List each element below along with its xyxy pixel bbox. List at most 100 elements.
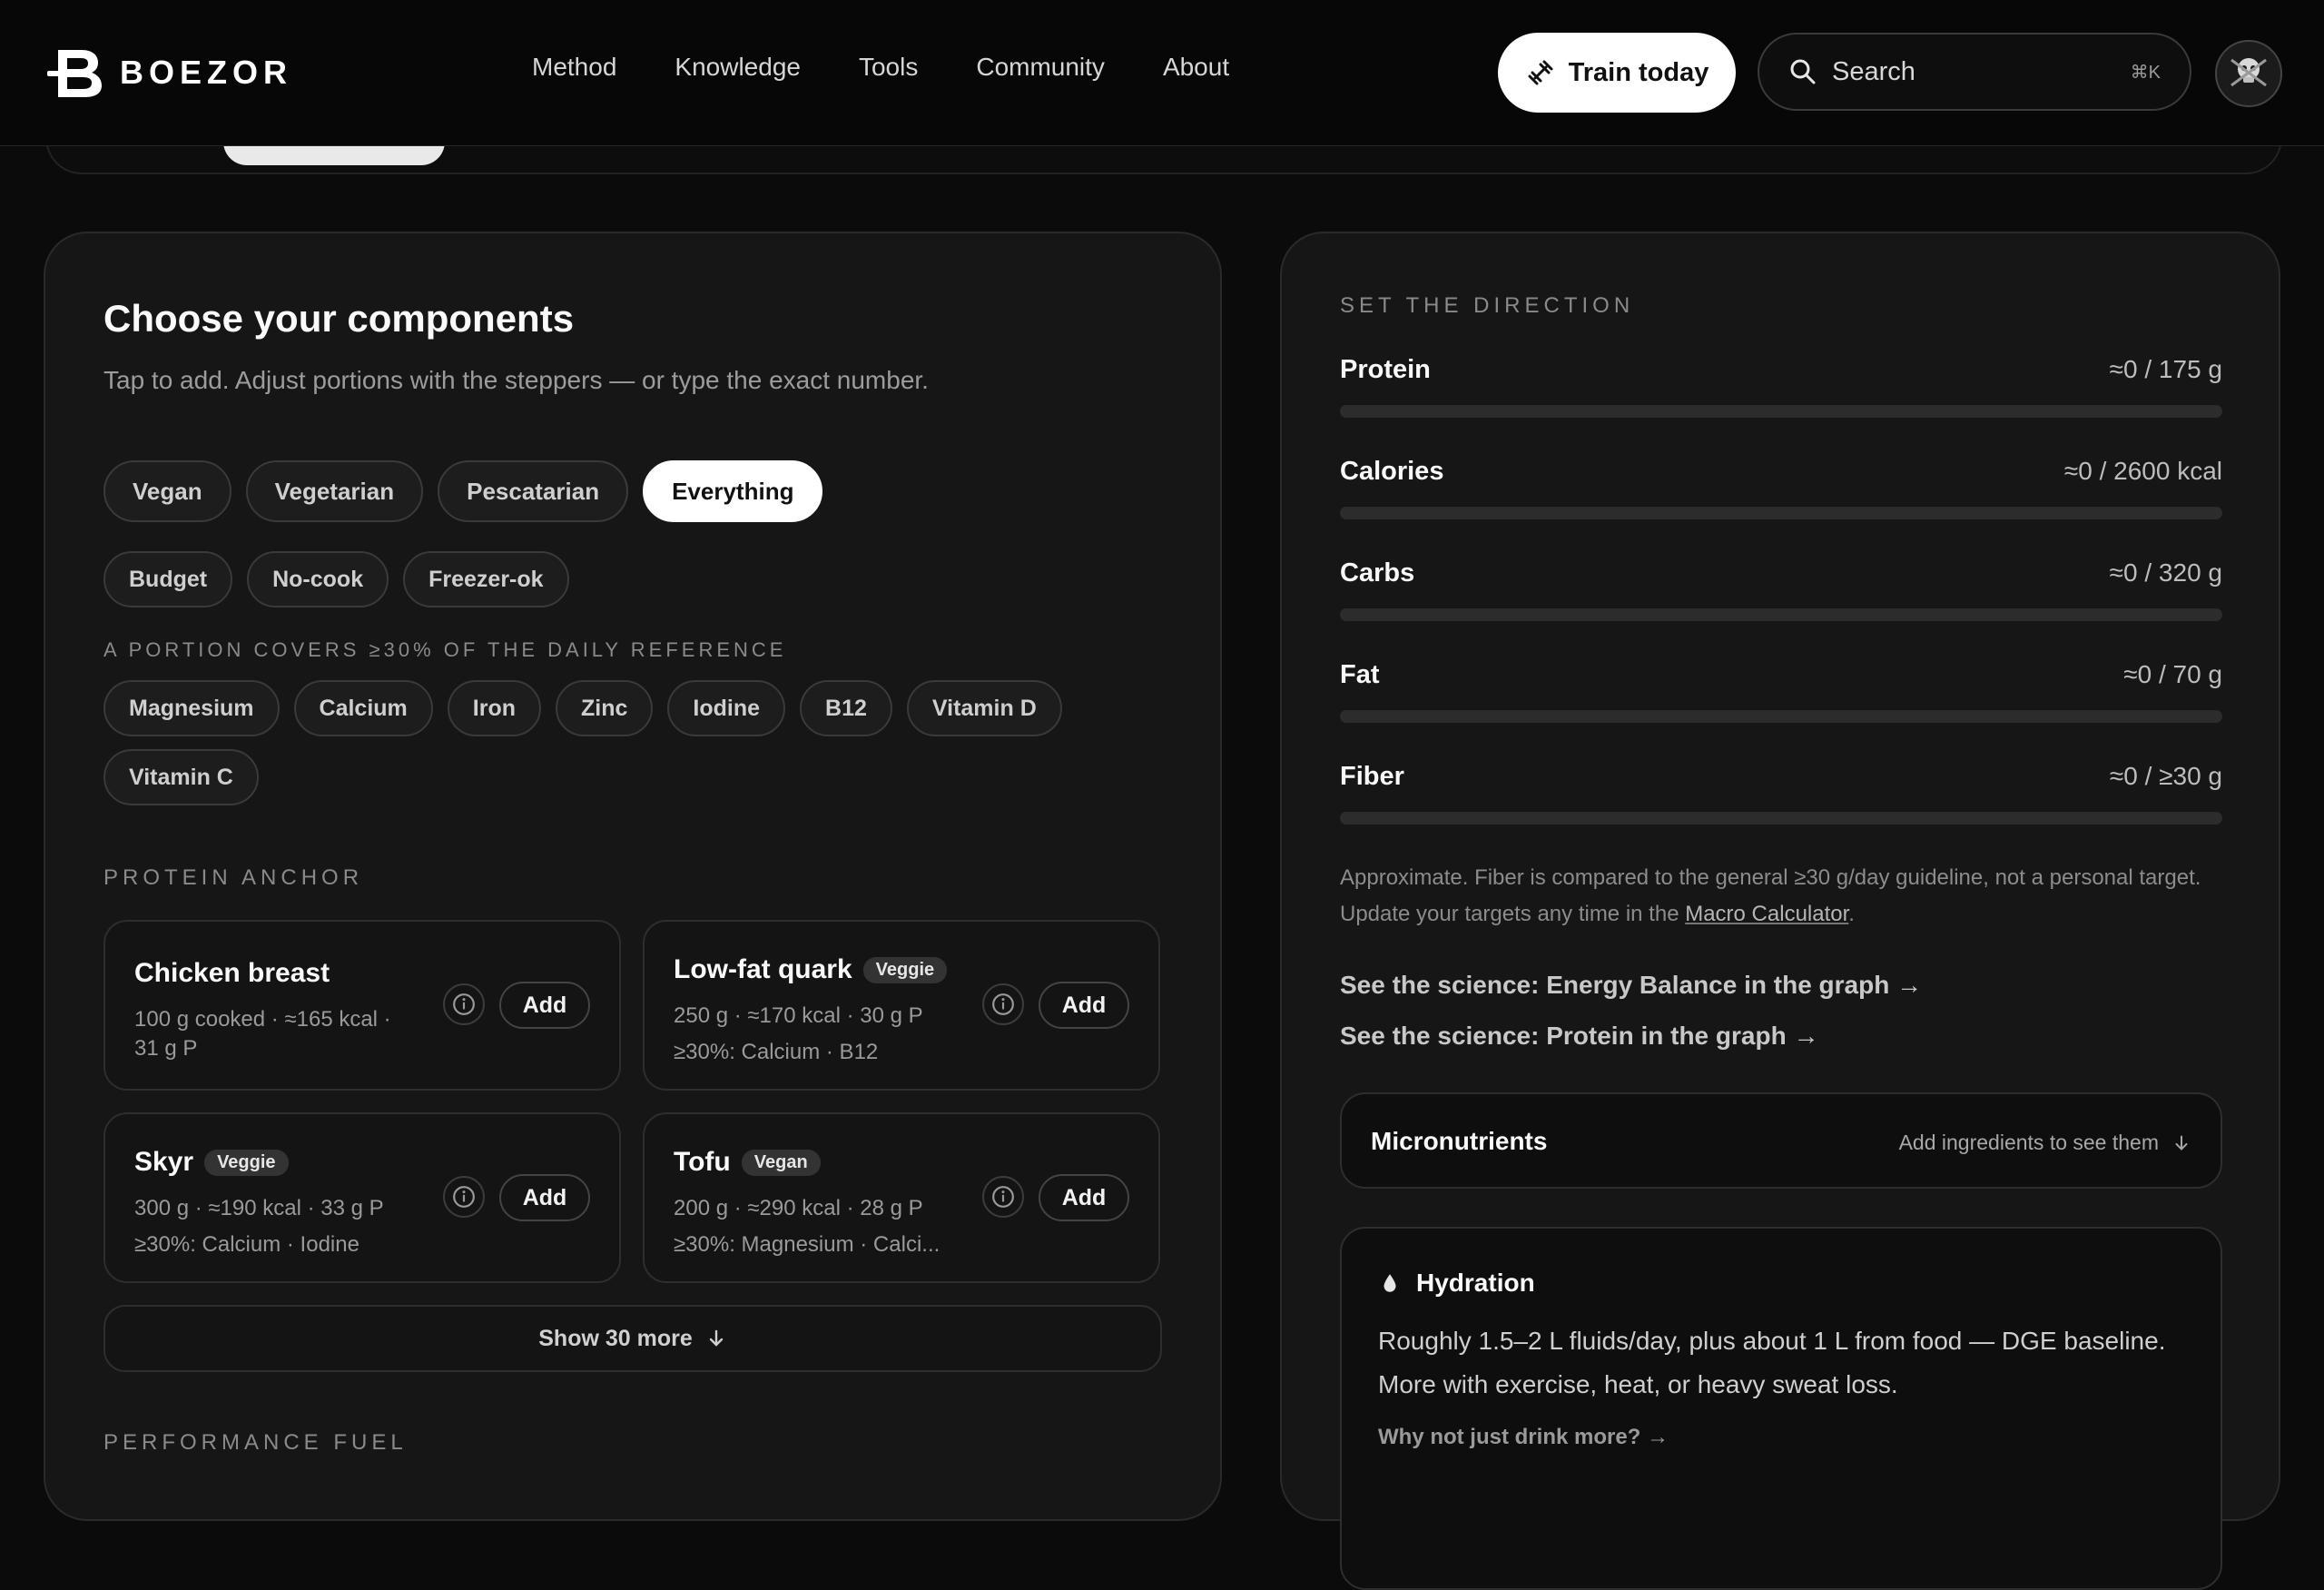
science-link-protein[interactable]: See the science: Protein in the graph → bbox=[1340, 1022, 1818, 1051]
ingredient-card-skyr: Skyr Veggie 300 g · ≈190 kcal · 33 g P ≥3… bbox=[103, 1112, 621, 1283]
approximation-note: Approximate. Fiber is compared to the ge… bbox=[1340, 860, 2230, 933]
vegan-badge: Vegan bbox=[741, 1149, 821, 1176]
filter-calcium[interactable]: Calcium bbox=[293, 680, 433, 736]
info-icon bbox=[453, 993, 475, 1015]
macro-progress-track bbox=[1340, 507, 2222, 519]
filter-vegetarian[interactable]: Vegetarian bbox=[245, 460, 424, 522]
search-input[interactable]: Search ⌘K bbox=[1758, 33, 2191, 111]
water-drop-icon bbox=[1384, 1274, 1396, 1292]
filter-freezer-ok[interactable]: Freezer-ok bbox=[403, 551, 569, 607]
why-not-drink-more-link[interactable]: Why not just drink more? → bbox=[1378, 1425, 1669, 1450]
filter-vitamin-c[interactable]: Vitamin C bbox=[103, 749, 259, 805]
macro-protein: Protein ≈0 / 175 g bbox=[1340, 355, 2222, 418]
filter-zinc[interactable]: Zinc bbox=[556, 680, 654, 736]
ingredient-meta: 300 g · ≈190 kcal · 33 g P ≥30%: Calcium… bbox=[134, 1194, 384, 1259]
science-link-energy-balance[interactable]: See the science: Energy Balance in the g… bbox=[1340, 971, 1922, 1000]
ingredient-name-text: Low-fat quark bbox=[674, 954, 852, 984]
macro-progress-track bbox=[1340, 405, 2222, 418]
nav-item-method[interactable]: Method bbox=[532, 53, 616, 82]
filter-pescatarian[interactable]: Pescatarian bbox=[438, 460, 629, 522]
user-avatar-icon bbox=[2230, 58, 2267, 87]
top-navigation-bar: BOEZOR Method Knowledge Tools Community … bbox=[0, 0, 2324, 146]
components-subtitle: Tap to add. Adjust portions with the ste… bbox=[103, 366, 929, 394]
macro-fat: Fat ≈0 / 70 g bbox=[1340, 660, 2222, 723]
protein-anchor-heading: PROTEIN ANCHOR bbox=[103, 865, 364, 890]
hydration-title: Hydration bbox=[1416, 1269, 1535, 1297]
filter-budget[interactable]: Budget bbox=[103, 551, 233, 607]
macro-calories: Calories ≈0 / 2600 kcal bbox=[1340, 457, 2222, 519]
info-button[interactable] bbox=[982, 983, 1024, 1025]
info-button[interactable] bbox=[982, 1176, 1024, 1218]
filter-vitamin-d[interactable]: Vitamin D bbox=[906, 680, 1062, 736]
ingredient-meta: 200 g · ≈290 kcal · 28 g P ≥30%: Magnesi… bbox=[674, 1194, 940, 1259]
nav-item-community[interactable]: Community bbox=[976, 53, 1105, 82]
macro-progress-track bbox=[1340, 812, 2222, 825]
macro-fiber: Fiber ≈0 / ≥30 g bbox=[1340, 762, 2222, 825]
components-panel: Choose your components Tap to add. Adjus… bbox=[44, 232, 1222, 1521]
filter-vegan[interactable]: Vegan bbox=[103, 460, 231, 522]
micronutrient-filter-heading: A PORTION COVERS ≥30% OF THE DAILY REFER… bbox=[103, 638, 787, 661]
arrow-down-icon bbox=[709, 1329, 723, 1347]
ingredient-meta-line1: 100 g cooked · ≈165 kcal · bbox=[134, 1007, 391, 1032]
ingredient-meta-line1: 250 g · ≈170 kcal · 30 g P bbox=[674, 1003, 923, 1028]
macro-value: ≈0 / 70 g bbox=[2123, 660, 2222, 688]
boezor-logo-icon bbox=[47, 50, 102, 97]
ingredient-meta-line2: ≥30%: Calcium · B12 bbox=[674, 1040, 879, 1064]
ingredient-name: Skyr Veggie bbox=[134, 1147, 289, 1178]
macro-value: ≈0 / 175 g bbox=[2109, 355, 2222, 383]
nav-item-knowledge[interactable]: Knowledge bbox=[675, 53, 801, 82]
avatar[interactable] bbox=[2215, 40, 2282, 107]
ingredient-name: Low-fat quark Veggie bbox=[674, 954, 948, 985]
ingredient-card-low-fat-quark: Low-fat quark Veggie 250 g · ≈170 kcal · … bbox=[643, 920, 1160, 1091]
veggie-badge: Veggie bbox=[862, 956, 948, 983]
micronutrients-accordion[interactable]: Micronutrients Add ingredients to see th… bbox=[1340, 1092, 2222, 1189]
macro-progress-track bbox=[1340, 608, 2222, 621]
macro-name: Fiber bbox=[1340, 762, 1404, 791]
brand-logo[interactable]: BOEZOR bbox=[45, 45, 292, 100]
macro-name: Protein bbox=[1340, 355, 1431, 384]
add-button[interactable]: Add bbox=[499, 982, 590, 1029]
macro-progress-track bbox=[1340, 710, 2222, 723]
info-icon bbox=[453, 1186, 475, 1208]
main-nav: Method Knowledge Tools Community About bbox=[532, 53, 1287, 82]
macro-name: Carbs bbox=[1340, 558, 1415, 588]
add-button[interactable]: Add bbox=[499, 1174, 590, 1221]
ingredient-name-text: Chicken breast bbox=[134, 958, 330, 988]
nav-item-about[interactable]: About bbox=[1163, 53, 1229, 82]
nav-item-tools[interactable]: Tools bbox=[859, 53, 918, 82]
info-button[interactable] bbox=[443, 1176, 485, 1218]
set-direction-heading: SET THE DIRECTION bbox=[1340, 293, 1635, 318]
macro-name: Fat bbox=[1340, 660, 1380, 689]
macro-carbs: Carbs ≈0 / 320 g bbox=[1340, 558, 2222, 621]
info-icon bbox=[992, 1186, 1014, 1208]
filter-iodine[interactable]: Iodine bbox=[667, 680, 786, 736]
ingredient-card-chicken-breast: Chicken breast 100 g cooked · ≈165 kcal … bbox=[103, 920, 621, 1091]
search-icon bbox=[1790, 59, 1816, 84]
ingredient-meta-line1: 200 g · ≈290 kcal · 28 g P bbox=[674, 1196, 923, 1220]
info-button[interactable] bbox=[443, 983, 485, 1025]
filter-no-cook[interactable]: No-cook bbox=[247, 551, 389, 607]
filter-iron[interactable]: Iron bbox=[447, 680, 542, 736]
ingredient-name: Chicken breast bbox=[134, 958, 330, 989]
arrow-down-icon bbox=[2175, 1135, 2188, 1151]
ingredient-name-text: Tofu bbox=[674, 1147, 731, 1177]
ingredient-name-text: Skyr bbox=[134, 1147, 194, 1177]
macro-name: Calories bbox=[1340, 457, 1444, 486]
macro-calculator-link[interactable]: Macro Calculator bbox=[1685, 902, 1848, 926]
show-more-label: Show 30 more bbox=[538, 1325, 693, 1351]
filter-b12[interactable]: B12 bbox=[800, 680, 892, 736]
add-button[interactable]: Add bbox=[1039, 982, 1129, 1029]
ingredient-meta-line2: 31 g P bbox=[134, 1036, 198, 1061]
show-more-button[interactable]: Show 30 more bbox=[103, 1305, 1162, 1372]
ingredient-card-tofu: Tofu Vegan 200 g · ≈290 kcal · 28 g P ≥30… bbox=[643, 1112, 1160, 1283]
dumbbell-icon bbox=[1528, 60, 1553, 85]
hydration-title-row: Hydration bbox=[1378, 1269, 1535, 1298]
filter-magnesium[interactable]: Magnesium bbox=[103, 680, 280, 736]
ingredient-meta-line2: ≥30%: Calcium · Iodine bbox=[134, 1232, 359, 1257]
macro-value: ≈0 / 2600 kcal bbox=[2063, 457, 2222, 485]
add-button[interactable]: Add bbox=[1039, 1174, 1129, 1221]
train-today-button[interactable]: Train today bbox=[1498, 33, 1736, 113]
search-placeholder: Search bbox=[1832, 56, 1915, 86]
filter-everything[interactable]: Everything bbox=[643, 460, 823, 522]
ingredient-meta: 250 g · ≈170 kcal · 30 g P ≥30%: Calcium… bbox=[674, 1002, 923, 1067]
